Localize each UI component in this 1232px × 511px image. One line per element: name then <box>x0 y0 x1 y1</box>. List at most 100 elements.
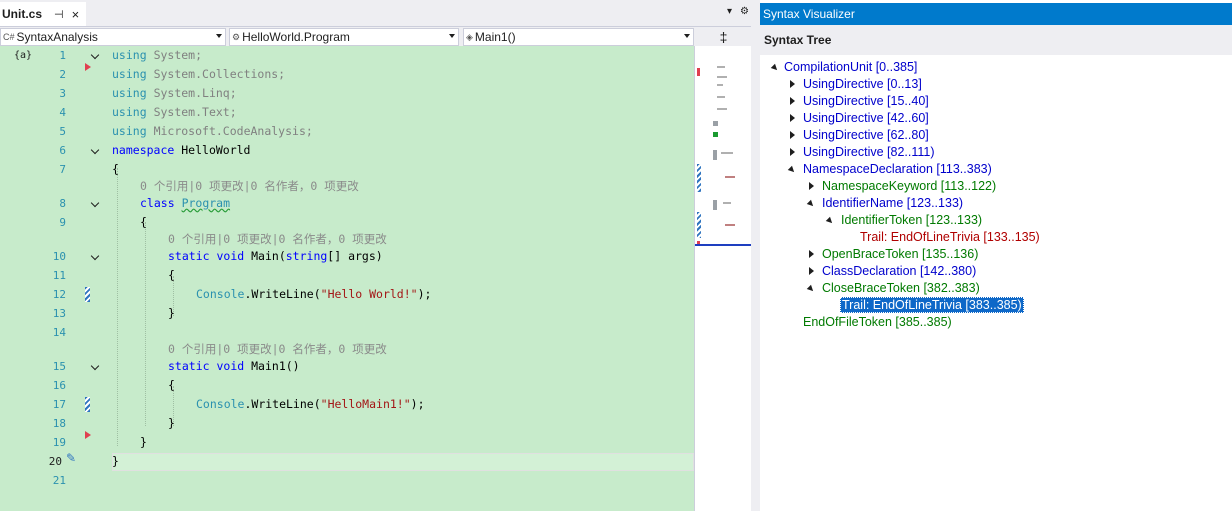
edit-marker-icon <box>85 397 90 412</box>
minimap-marker <box>697 68 700 76</box>
edit-marker-icon <box>85 287 90 302</box>
collapsed-icon[interactable] <box>809 250 814 258</box>
code-editor[interactable]: {a} 1 2 3 4 5 6 7 8 9 10 11 12 13 14 15 … <box>0 46 694 511</box>
type-label: HelloWorld.Program <box>242 30 350 44</box>
syntax-tree-header: Syntax Tree <box>760 25 1232 55</box>
tree-node[interactable]: EndOfFileToken [385..385) <box>803 314 952 331</box>
code-line: } <box>168 416 175 430</box>
line-number: 7 <box>59 163 66 176</box>
collapse-icon[interactable] <box>91 362 101 372</box>
tab-label: Unit.cs <box>2 7 43 21</box>
editor-gutter: {a} 1 2 3 4 5 6 7 8 9 10 11 12 13 14 15 … <box>0 46 112 511</box>
expanded-icon[interactable] <box>806 284 816 294</box>
expanded-icon[interactable] <box>806 199 816 209</box>
project-label: SyntaxAnalysis <box>16 30 98 44</box>
split-window-button[interactable]: ‡ <box>697 28 750 46</box>
collapsed-icon[interactable] <box>790 131 795 139</box>
minimap-line <box>713 121 718 126</box>
minimap-line <box>717 76 727 78</box>
tab-unit-cs[interactable]: Unit.cs ⊣ × <box>0 2 86 26</box>
project-dropdown[interactable]: C# SyntaxAnalysis <box>0 28 226 46</box>
minimap-line <box>717 108 727 110</box>
line-number: 15 <box>52 360 66 373</box>
type-dropdown[interactable]: ⚙ HelloWorld.Program <box>229 28 459 46</box>
collapsed-icon[interactable] <box>790 80 795 88</box>
current-line-highlight <box>112 453 694 471</box>
pane-splitter[interactable] <box>751 0 760 511</box>
expanded-icon[interactable] <box>787 165 797 175</box>
tree-node[interactable]: UsingDirective [62..80] <box>788 127 929 144</box>
line-number: 8 <box>59 197 66 210</box>
indent-guide <box>145 222 146 426</box>
tree-node[interactable]: CompilationUnit [0..385] <box>770 59 917 76</box>
scrollbar-map[interactable] <box>694 46 751 511</box>
minimap-line <box>725 176 735 178</box>
tree-node[interactable]: UsingDirective [42..60] <box>788 110 929 127</box>
close-icon[interactable]: × <box>72 7 80 22</box>
minimap-caret-line <box>695 244 751 246</box>
line-number: 4 <box>59 106 66 119</box>
line-number: 14 <box>52 326 66 339</box>
minimap-marker <box>697 164 701 192</box>
change-marker-icon <box>85 63 91 71</box>
code-line: Console.WriteLine("HelloMain1!"); <box>196 397 425 411</box>
tab-list-dropdown-icon[interactable]: ▾ <box>727 6 732 17</box>
minimap-line <box>725 224 735 226</box>
pin-icon[interactable]: ⊣ <box>54 8 64 21</box>
class-icon: ⚙ <box>232 31 241 42</box>
member-dropdown[interactable]: ◈ Main1() <box>463 28 694 46</box>
collapse-icon[interactable] <box>91 146 101 156</box>
tree-node[interactable]: UsingDirective [82..111) <box>788 144 935 161</box>
code-line: using System; <box>112 48 203 62</box>
codelens-info[interactable]: 0 个引用|0 项更改|0 名作者，0 项更改 <box>140 178 359 194</box>
collapsed-icon[interactable] <box>809 182 814 190</box>
code-line: using System.Text; <box>112 105 237 119</box>
code-line: } <box>168 306 175 320</box>
codelens-info[interactable]: 0 个引用|0 项更改|0 名作者，0 项更改 <box>168 341 387 357</box>
line-number: 13 <box>52 307 66 320</box>
line-number: 6 <box>59 144 66 157</box>
line-number: 17 <box>52 398 66 411</box>
tree-node[interactable]: Trail: EndOfLineTrivia [133..135) <box>860 229 1040 246</box>
tree-node[interactable]: ClassDeclaration [142..380) <box>807 263 976 280</box>
code-line: namespace HelloWorld <box>112 143 251 157</box>
quick-action-icon[interactable]: ✎ <box>66 451 76 465</box>
expanded-icon[interactable] <box>770 63 780 73</box>
settings-icon[interactable]: ⚙ <box>740 6 749 17</box>
tree-node[interactable]: OpenBraceToken [135..136) <box>807 246 978 263</box>
tree-node[interactable]: IdentifierToken [123..133) <box>825 212 982 229</box>
tree-node[interactable]: NamespaceDeclaration [113..383) <box>787 161 992 178</box>
line-number: 12 <box>52 288 66 301</box>
collapsed-icon[interactable] <box>790 114 795 122</box>
document-tab-bar: Unit.cs ⊣ × ▾ ⚙ <box>0 0 757 26</box>
change-marker-icon <box>85 431 91 439</box>
collapsed-icon[interactable] <box>790 148 795 156</box>
tree-node[interactable]: UsingDirective [0..13] <box>788 76 922 93</box>
codelens-info[interactable]: 0 个引用|0 项更改|0 名作者，0 项更改 <box>168 231 387 247</box>
tree-node[interactable]: IdentifierName [123..133) <box>806 195 963 212</box>
collapse-icon[interactable] <box>91 51 101 61</box>
method-icon: ◈ <box>466 31 473 42</box>
code-line: { <box>168 378 175 392</box>
tree-node[interactable]: UsingDirective [15..40] <box>788 93 929 110</box>
line-number: 19 <box>52 436 66 449</box>
panel-title[interactable]: Syntax Visualizer <box>760 3 1232 25</box>
line-number-current: 20 <box>48 455 62 468</box>
expanded-icon[interactable] <box>825 216 835 226</box>
collapse-icon[interactable] <box>91 199 101 209</box>
collapse-icon[interactable] <box>91 252 101 262</box>
collapsed-icon[interactable] <box>809 267 814 275</box>
line-number: 5 <box>59 125 66 138</box>
tree-node[interactable]: NamespaceKeyword [113..122) <box>807 178 996 195</box>
code-line: using System.Collections; <box>112 67 286 81</box>
line-number: 18 <box>52 417 66 430</box>
chevron-down-icon <box>216 34 222 38</box>
code-line: } <box>112 454 119 468</box>
line-number: 3 <box>59 87 66 100</box>
tree-node-selected[interactable]: Trail: EndOfLineTrivia [383..385) <box>840 297 1024 314</box>
collapsed-icon[interactable] <box>790 97 795 105</box>
line-number: 9 <box>59 216 66 229</box>
minimap-line <box>717 84 723 86</box>
tree-node[interactable]: CloseBraceToken [382..383) <box>806 280 980 297</box>
minimap-line <box>713 200 717 210</box>
